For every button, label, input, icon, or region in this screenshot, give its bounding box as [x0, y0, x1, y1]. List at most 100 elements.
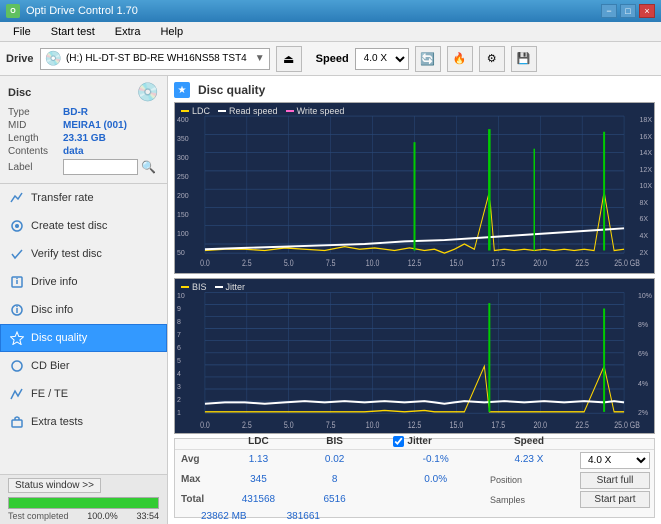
label-input[interactable] [63, 159, 138, 175]
drive-label: Drive [6, 53, 34, 65]
svg-text:12.5: 12.5 [408, 258, 422, 268]
maximize-button[interactable]: □ [620, 4, 636, 18]
nav-verify-test-disc[interactable]: Verify test disc [0, 240, 167, 268]
speed-select[interactable]: 4.0 X [355, 48, 409, 70]
drive-selector[interactable]: 💿 (H:) HL-DT-ST BD-RE WH16NS58 TST4 ▼ [40, 48, 270, 70]
progress-bar [9, 498, 158, 508]
position-label: Position [484, 470, 574, 490]
contents-value: data [63, 146, 84, 157]
samples-value: 381661 [287, 511, 320, 522]
svg-text:22.5: 22.5 [575, 420, 589, 430]
chart2-svg: 0.0 2.5 5.0 7.5 10.0 12.5 15.0 17.5 20.0… [175, 279, 654, 433]
svg-text:10.0: 10.0 [366, 258, 380, 268]
svg-text:7.5: 7.5 [326, 420, 336, 430]
menu-extra[interactable]: Extra [106, 23, 150, 41]
disc-info-icon [9, 302, 25, 318]
menu-start-test[interactable]: Start test [42, 23, 104, 41]
nav-drive-info[interactable]: Drive info [0, 268, 167, 296]
right-panel: ★ Disc quality LDC Read speed [168, 76, 661, 524]
max-ldc: 345 [215, 470, 302, 490]
samples-label: Samples [484, 490, 574, 510]
eject-button[interactable]: ⏏ [276, 46, 302, 72]
chart1-y-right: 18X 16X 14X 12X 10X 8X 6X 4X 2X [640, 117, 652, 257]
create-disc-icon [9, 218, 25, 234]
speed-display-select[interactable]: 4.0 X [580, 452, 650, 469]
total-label: Total [175, 490, 215, 510]
stats-row-avg: Avg 1.13 0.02 -0.1% 4.23 X 4.0 X Start f… [175, 449, 654, 470]
stats-header-buttons [574, 434, 654, 450]
max-jitter: 0.0% [387, 470, 484, 490]
chart2-y-right: 10% 8% 6% 4% 2% [638, 293, 652, 417]
stats-header-speed: Speed [484, 434, 574, 450]
svg-text:5.0: 5.0 [284, 258, 294, 268]
verify-icon [9, 246, 25, 262]
save-button[interactable]: 💾 [511, 46, 537, 72]
svg-text:17.5: 17.5 [492, 420, 506, 430]
total-bis: 6516 [302, 490, 368, 510]
start-full-button[interactable]: Start full [580, 472, 650, 489]
left-panel: Disc 💿 Type BD-R MID MEIRA1 (001) Length… [0, 76, 168, 524]
svg-text:2.5: 2.5 [242, 258, 252, 268]
label-search-icon[interactable]: 🔍 [141, 160, 156, 174]
nav-disc-quality[interactable]: Disc quality [0, 324, 167, 352]
nav-transfer-rate[interactable]: Transfer rate [0, 184, 167, 212]
stats-panel: LDC BIS Jitter Speed [174, 438, 655, 518]
start-part-button[interactable]: Start part [580, 491, 650, 508]
menu-file[interactable]: File [4, 23, 40, 41]
chart1-y-left: 400 350 300 250 200 150 100 50 [177, 117, 189, 257]
chart2-y-left: 10 9 8 7 6 5 4 3 2 1 [177, 293, 185, 417]
ldc-legend-label: LDC [192, 106, 210, 116]
nav-fe-te[interactable]: FE / TE [0, 380, 167, 408]
read-legend-label: Read speed [229, 106, 278, 116]
contents-label: Contents [8, 146, 63, 157]
app-icon: O [6, 4, 20, 18]
avg-speed: 4.23 X [484, 449, 574, 470]
total-ldc: 431568 [215, 490, 302, 510]
disc-section: Disc 💿 Type BD-R MID MEIRA1 (001) Length… [0, 76, 167, 184]
chart1-svg: 0.0 2.5 5.0 7.5 10.0 12.5 15.0 17.5 20.0… [175, 103, 654, 273]
avg-bis: 0.02 [302, 449, 368, 470]
svg-text:12.5: 12.5 [408, 420, 422, 430]
mid-value: MEIRA1 (001) [63, 120, 127, 131]
length-value: 23.31 GB [63, 133, 106, 144]
status-window-button[interactable]: Status window >> [8, 478, 101, 493]
svg-text:0.0: 0.0 [200, 420, 210, 430]
bis-legend-label: BIS [192, 282, 207, 292]
avg-label: Avg [175, 449, 215, 470]
jitter-checkbox[interactable] [393, 436, 404, 447]
refresh-button[interactable]: 🔄 [415, 46, 441, 72]
nav-create-test-disc[interactable]: Create test disc [0, 212, 167, 240]
menu-help[interactable]: Help [151, 23, 192, 41]
settings-button[interactable]: ⚙ [479, 46, 505, 72]
nav-extra-tests[interactable]: Extra tests [0, 408, 167, 436]
chart-bis: BIS Jitter 10% 8% 6% 4% 2% 1 [174, 278, 655, 434]
mid-label: MID [8, 120, 63, 131]
close-button[interactable]: × [639, 4, 655, 18]
stats-header-ldc: LDC [215, 434, 302, 450]
drive-info-icon [9, 274, 25, 290]
chart-ldc: LDC Read speed Write speed 18X 16X 14X [174, 102, 655, 274]
extra-tests-icon [9, 414, 25, 430]
progress-percent: 100.0% [87, 511, 118, 521]
chart2-legend: BIS Jitter [181, 282, 245, 292]
length-label: Length [8, 133, 63, 144]
chart1-legend: LDC Read speed Write speed [181, 106, 344, 116]
panel-title: Disc quality [198, 83, 265, 97]
write-legend-label: Write speed [297, 106, 345, 116]
speed-label: Speed [316, 53, 349, 65]
completed-text: Test completed [8, 511, 69, 521]
svg-text:25.0 GB: 25.0 GB [614, 258, 640, 268]
chart-container: LDC Read speed Write speed 18X 16X 14X [174, 102, 655, 518]
stats-header-empty [175, 434, 215, 450]
nav-disc-info[interactable]: Disc info [0, 296, 167, 324]
nav-cd-bier[interactable]: CD Bier [0, 352, 167, 380]
nav-items: Transfer rate Create test disc Verify te… [0, 184, 167, 474]
type-value: BD-R [63, 107, 88, 118]
minimize-button[interactable]: − [601, 4, 617, 18]
drive-value: (H:) HL-DT-ST BD-RE WH16NS58 TST4 [66, 53, 247, 64]
stats-table: LDC BIS Jitter Speed [175, 434, 654, 510]
burn-button[interactable]: 🔥 [447, 46, 473, 72]
app-title: Opti Drive Control 1.70 [26, 5, 138, 17]
transfer-rate-icon [9, 190, 25, 206]
svg-text:0.0: 0.0 [200, 258, 210, 268]
